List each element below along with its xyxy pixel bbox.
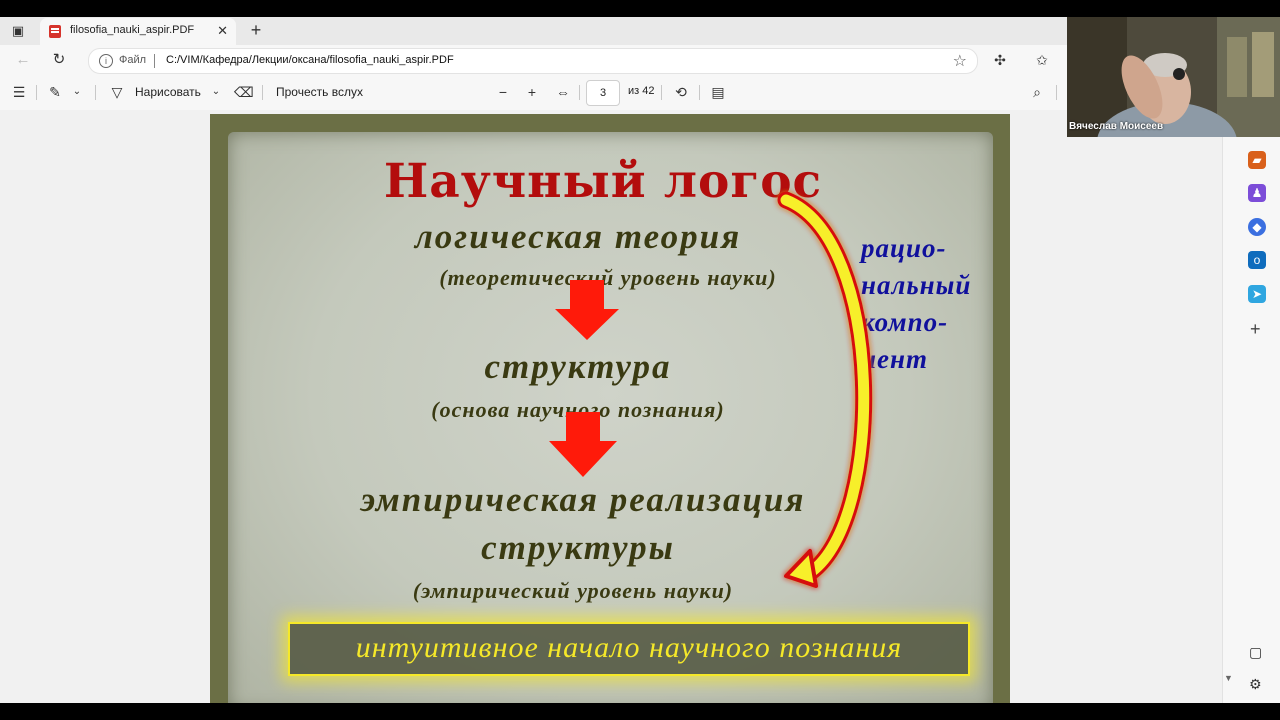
close-tab-icon[interactable]: ✕: [217, 23, 228, 39]
send-icon[interactable]: ➤: [1248, 285, 1266, 303]
tab-title: filosofia_nauki_aspir.PDF: [70, 24, 195, 36]
chevron-down-icon[interactable]: ⌄: [209, 83, 223, 101]
tab-actions-icon[interactable]: ▣: [8, 22, 28, 40]
screen-top-border: [0, 0, 1280, 17]
url-separator: [154, 54, 155, 68]
gear-icon[interactable]: ⚙: [1249, 676, 1262, 692]
new-tab-button[interactable]: +: [246, 20, 266, 40]
refresh-icon[interactable]: ↻: [48, 49, 70, 71]
pdf-viewer[interactable]: Научный логос логическая теория (теорети…: [0, 110, 1222, 703]
down-arrow-icon: [549, 412, 617, 477]
chevron-down-icon[interactable]: ⌄: [70, 83, 84, 101]
back-arrow-icon[interactable]: ←: [12, 49, 34, 71]
draw-button[interactable]: Нарисовать: [135, 85, 201, 99]
search-icon[interactable]: ⌕: [1028, 83, 1046, 101]
page-view-icon[interactable]: ▤: [709, 83, 727, 101]
screen-bottom-border: [0, 703, 1280, 720]
outlook-icon[interactable]: o: [1248, 251, 1266, 269]
toolbar-divider: [661, 85, 662, 100]
add-sidebar-app-icon[interactable]: +: [1250, 320, 1261, 338]
curved-arrow-icon: [777, 191, 873, 588]
page-number-input[interactable]: 3: [586, 80, 620, 106]
read-aloud-button[interactable]: Прочесть вслух: [276, 85, 363, 99]
highlighter-icon[interactable]: ✎: [46, 83, 64, 101]
games-icon[interactable]: ♟: [1248, 184, 1266, 202]
url-field[interactable]: i Файл C:/VIM/Кафедра/Лекции/оксана/filo…: [88, 48, 978, 74]
pdf-page: Научный логос логическая теория (теорети…: [210, 114, 1010, 703]
toolbar-divider: [36, 85, 37, 100]
minus-icon[interactable]: −: [494, 83, 512, 101]
pdf-file-icon: [49, 25, 61, 38]
url-text[interactable]: C:/VIM/Кафедра/Лекции/оксана/filosofia_n…: [166, 54, 454, 66]
star-icon[interactable]: ☆: [953, 51, 967, 71]
toolbar-divider: [579, 85, 580, 100]
sidebar-toggle-icon[interactable]: ▢: [1249, 644, 1262, 660]
scroll-down-icon[interactable]: ▼: [1224, 673, 1233, 683]
participant-name: Вячеслав Моисеев: [1069, 121, 1164, 132]
webcam-overlay: Вячеслав Моисеев: [1067, 17, 1280, 137]
toolbar-divider: [1056, 85, 1057, 100]
toolbar-divider: [699, 85, 700, 100]
copilot-icon[interactable]: ◆: [1248, 218, 1266, 236]
webcam-video: [1067, 17, 1280, 137]
briefcase-icon[interactable]: ▰: [1248, 151, 1266, 169]
down-arrow-icon: [555, 280, 619, 340]
rotate-icon[interactable]: ⟲: [672, 83, 690, 101]
fit-width-icon[interactable]: ⇔: [553, 83, 573, 101]
file-scheme-label: Файл: [119, 54, 147, 66]
plus-icon[interactable]: +: [523, 83, 541, 101]
puzzle-icon[interactable]: ✣: [990, 50, 1010, 70]
eraser-icon[interactable]: ⌫: [234, 83, 254, 101]
slide-arrows: [549, 191, 873, 588]
favorites-list-icon[interactable]: ✩: [1032, 50, 1052, 70]
tab-active[interactable]: filosofia_nauki_aspir.PDF ✕: [40, 18, 236, 45]
info-icon[interactable]: i: [99, 54, 113, 68]
contents-icon[interactable]: ☰: [10, 83, 28, 101]
pen-icon[interactable]: ▽: [108, 83, 126, 101]
page-total: из 42: [628, 85, 655, 97]
toolbar-divider: [95, 85, 96, 100]
toolbar-divider: [262, 85, 263, 100]
